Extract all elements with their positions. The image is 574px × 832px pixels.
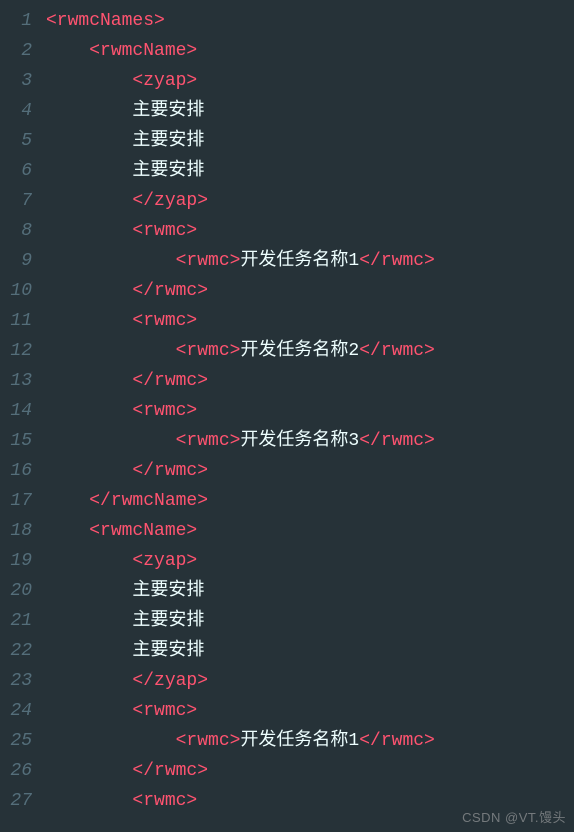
xml-tag: <zyap>: [132, 71, 197, 91]
xml-tag: <rwmc>: [132, 311, 197, 331]
xml-text: 主要安排: [132, 161, 204, 181]
code-line: 主要安排: [46, 636, 574, 666]
code-line: </zyap>: [46, 666, 574, 696]
line-number: 8: [0, 216, 32, 246]
line-number: 27: [0, 786, 32, 816]
code-line: <rwmc>: [46, 216, 574, 246]
code-line: </rwmc>: [46, 366, 574, 396]
xml-tag: </rwmc>: [132, 761, 208, 781]
line-number: 15: [0, 426, 32, 456]
xml-tag: <rwmc>: [132, 791, 197, 811]
xml-text: 开发任务名称2: [240, 341, 359, 361]
code-area: <rwmcNames> <rwmcName> <zyap> 主要安排 主要安排 …: [40, 0, 574, 832]
line-number: 22: [0, 636, 32, 666]
line-number: 18: [0, 516, 32, 546]
code-line: <rwmcNames>: [46, 6, 574, 36]
xml-tag: <rwmcName>: [89, 41, 197, 61]
code-line: <zyap>: [46, 66, 574, 96]
xml-tag: <rwmc>: [176, 251, 241, 271]
xml-tag: <rwmc>: [176, 731, 241, 751]
code-line: </rwmcName>: [46, 486, 574, 516]
line-number: 20: [0, 576, 32, 606]
xml-tag: </rwmc>: [132, 281, 208, 301]
code-line: 主要安排: [46, 96, 574, 126]
code-line: <rwmc>开发任务名称2</rwmc>: [46, 336, 574, 366]
xml-tag: <rwmc>: [132, 401, 197, 421]
code-line: </rwmc>: [46, 456, 574, 486]
line-number: 6: [0, 156, 32, 186]
xml-tag: <rwmc>: [132, 701, 197, 721]
xml-tag: </rwmc>: [132, 461, 208, 481]
xml-text: 开发任务名称1: [240, 251, 359, 271]
code-line: </rwmc>: [46, 756, 574, 786]
line-number: 23: [0, 666, 32, 696]
xml-tag: <rwmcName>: [89, 521, 197, 541]
xml-text: 主要安排: [132, 581, 204, 601]
line-number: 10: [0, 276, 32, 306]
line-number: 26: [0, 756, 32, 786]
xml-tag: </rwmc>: [359, 731, 435, 751]
xml-tag: </rwmc>: [359, 251, 435, 271]
code-line: <rwmc>开发任务名称3</rwmc>: [46, 426, 574, 456]
line-number: 19: [0, 546, 32, 576]
code-line: <rwmc>: [46, 696, 574, 726]
line-number: 2: [0, 36, 32, 66]
line-number: 21: [0, 606, 32, 636]
xml-tag: </zyap>: [132, 191, 208, 211]
xml-tag: <rwmc>: [132, 221, 197, 241]
code-line: <rwmcName>: [46, 36, 574, 66]
line-number: 7: [0, 186, 32, 216]
watermark-text: CSDN @VT.馒头: [462, 807, 566, 826]
code-line: 主要安排: [46, 156, 574, 186]
code-line: <zyap>: [46, 546, 574, 576]
line-number: 4: [0, 96, 32, 126]
line-number: 17: [0, 486, 32, 516]
xml-text: 开发任务名称3: [240, 431, 359, 451]
code-line: </rwmc>: [46, 276, 574, 306]
xml-text: 主要安排: [132, 101, 204, 121]
xml-text: 主要安排: [132, 131, 204, 151]
xml-tag: <rwmcNames>: [46, 11, 165, 31]
xml-tag: <rwmc>: [176, 431, 241, 451]
code-line: <rwmc>开发任务名称1</rwmc>: [46, 726, 574, 756]
line-number: 16: [0, 456, 32, 486]
code-line: <rwmc>: [46, 306, 574, 336]
xml-tag: </rwmc>: [359, 341, 435, 361]
xml-tag: </rwmc>: [359, 431, 435, 451]
code-line: 主要安排: [46, 606, 574, 636]
line-number-gutter: 1234567891011121314151617181920212223242…: [0, 0, 40, 832]
xml-text: 开发任务名称1: [240, 731, 359, 751]
line-number: 13: [0, 366, 32, 396]
code-line: <rwmcName>: [46, 516, 574, 546]
code-line: 主要安排: [46, 576, 574, 606]
code-line: <rwmc>: [46, 396, 574, 426]
line-number: 14: [0, 396, 32, 426]
xml-text: 主要安排: [132, 641, 204, 661]
xml-tag: </rwmcName>: [89, 491, 208, 511]
xml-text: 主要安排: [132, 611, 204, 631]
xml-tag: </zyap>: [132, 671, 208, 691]
xml-tag: <rwmc>: [176, 341, 241, 361]
line-number: 24: [0, 696, 32, 726]
xml-tag: <zyap>: [132, 551, 197, 571]
line-number: 9: [0, 246, 32, 276]
code-editor: 1234567891011121314151617181920212223242…: [0, 0, 574, 832]
line-number: 5: [0, 126, 32, 156]
line-number: 25: [0, 726, 32, 756]
line-number: 3: [0, 66, 32, 96]
code-line: </zyap>: [46, 186, 574, 216]
line-number: 11: [0, 306, 32, 336]
code-line: 主要安排: [46, 126, 574, 156]
line-number: 12: [0, 336, 32, 366]
code-line: <rwmc>开发任务名称1</rwmc>: [46, 246, 574, 276]
xml-tag: </rwmc>: [132, 371, 208, 391]
line-number: 1: [0, 6, 32, 36]
